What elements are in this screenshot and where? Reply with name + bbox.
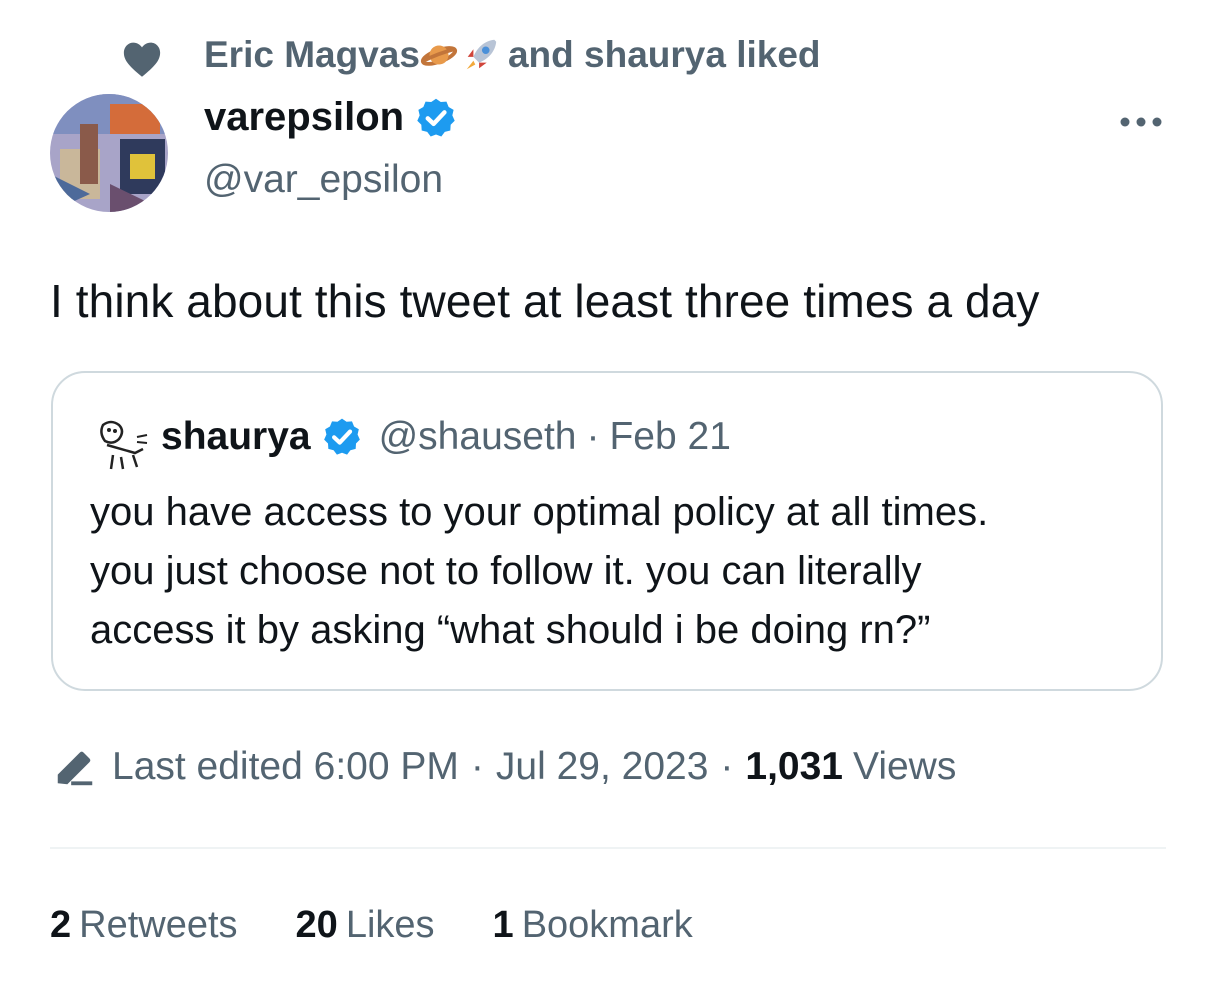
bookmarks-count: 1 [492, 904, 514, 946]
quoted-text-line: access it by asking “what should i be do… [90, 608, 931, 652]
rocket-emoji [466, 39, 497, 70]
verified-badge-icon [323, 418, 360, 455]
retweets-label: Retweets [79, 904, 238, 946]
views-count: 1,031 [745, 745, 844, 788]
quoted-tweet-header: shaurya @shauseth · Feb 21 [161, 415, 731, 459]
tweet-text: I think about this tweet at least three … [50, 275, 1040, 327]
author-display-name[interactable]: varepsilon [204, 95, 404, 140]
bookmarks-label: Bookmark [521, 904, 693, 946]
quoted-tweet-card[interactable]: shaurya @shauseth · Feb 21 you have acce… [51, 371, 1163, 691]
divider [50, 847, 1166, 849]
quoted-author-handle[interactable]: @shauseth [379, 415, 577, 459]
engagement-stats: 2 Retweets 20 Likes 1 Bookmark [50, 904, 751, 947]
author-handle[interactable]: @var_epsilon [204, 158, 443, 202]
heart-icon [123, 42, 161, 77]
liked-suffix: and shaurya liked [507, 34, 821, 75]
social-context[interactable]: Eric Magvas and shaurya liked [204, 34, 821, 76]
avatar-artwork [50, 94, 168, 212]
quoted-author-name[interactable]: shaurya [161, 415, 311, 459]
quoted-tweet-text: you have access to your optimal policy a… [90, 483, 1150, 660]
quoted-text-line: you have access to your optimal policy a… [90, 490, 989, 534]
retweets-count: 2 [50, 904, 72, 946]
liker-name[interactable]: Eric Magvas [204, 34, 420, 76]
retweets-stat[interactable]: 2 Retweets [50, 904, 238, 947]
pencil-edit-icon [57, 751, 93, 786]
quoted-author-avatar[interactable] [93, 415, 151, 473]
dot-separator: · [470, 745, 484, 788]
author-avatar[interactable] [50, 94, 168, 212]
dot-separator: · [586, 415, 600, 458]
quoted-tweet-date[interactable]: Feb 21 [609, 415, 730, 459]
likes-label: Likes [345, 904, 435, 946]
author-name[interactable]: varepsilon [204, 95, 458, 140]
likes-count: 20 [295, 904, 338, 946]
more-options-icon[interactable] [1118, 114, 1164, 130]
dot-separator: · [720, 745, 734, 788]
bookmarks-stat[interactable]: 1 Bookmark [493, 904, 693, 947]
likes-stat[interactable]: 20 Likes [296, 904, 435, 947]
quoted-text-line: you just choose not to follow it. you ca… [90, 549, 922, 593]
views-label: Views [853, 745, 957, 788]
ringed-planet-emoji [420, 45, 458, 66]
verified-badge-icon [417, 98, 455, 137]
tweet-meta: Last edited 6:00 PM · Jul 29, 2023 · 1,0… [52, 744, 956, 790]
tweet-date[interactable]: Jul 29, 2023 [496, 745, 709, 789]
edited-label[interactable]: Last edited 6:00 PM [112, 745, 459, 789]
